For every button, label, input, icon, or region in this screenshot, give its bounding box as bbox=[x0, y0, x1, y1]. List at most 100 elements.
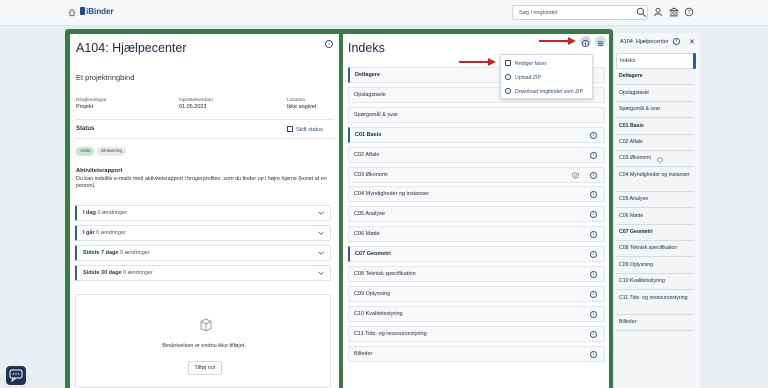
info-button[interactable] bbox=[580, 36, 591, 48]
phase-badge: Skitsering bbox=[97, 147, 127, 156]
info-icon[interactable]: i bbox=[590, 171, 597, 179]
info-icon[interactable]: i bbox=[590, 251, 597, 259]
chevron-down-icon bbox=[318, 271, 324, 275]
index-row-label: C10 Kvalitetsstyring bbox=[354, 310, 403, 317]
info-icon bbox=[581, 39, 590, 48]
index-row[interactable]: C09 Oplysning i bbox=[348, 285, 605, 302]
activity-text: Du kan indstille e-mails med aktivitetsr… bbox=[76, 176, 327, 190]
sidebar-item[interactable]: C06 Møde bbox=[616, 208, 694, 225]
info-icon[interactable]: i bbox=[590, 131, 597, 139]
menu-item-edit-tabs[interactable]: Rediger faner bbox=[505, 60, 546, 67]
info-icon[interactable]: i bbox=[673, 38, 680, 45]
sidebar-item[interactable]: C05 Analyse bbox=[616, 192, 694, 209]
chat-button[interactable] bbox=[6, 366, 26, 385]
edit-icon bbox=[287, 126, 293, 132]
info-icon[interactable]: i bbox=[590, 151, 597, 159]
sidebar-item[interactable]: C09 Oplysning bbox=[616, 257, 694, 274]
index-row[interactable]: C07 Geometri i bbox=[348, 246, 605, 263]
info-icon[interactable]: i bbox=[590, 330, 597, 338]
status-label: Status bbox=[76, 126, 95, 132]
info-icon[interactable]: i bbox=[590, 350, 597, 358]
description-empty-text: Beskrivelsen er endnu ikke tilføjet. bbox=[162, 343, 246, 349]
index-row[interactable]: C10 Kvalitetsstyring i bbox=[348, 305, 605, 322]
index-row[interactable]: C08 Teknisk specifikation i bbox=[348, 266, 605, 282]
index-row[interactable]: Spørgsmål & svar bbox=[348, 106, 605, 123]
index-row-label: C05 Analyse bbox=[354, 211, 385, 218]
sidebar-item[interactable]: C11 Tids- og ressourcestyring bbox=[616, 290, 694, 315]
binder-subtitle: Et projektringbind bbox=[76, 73, 135, 82]
close-icon[interactable]: ✕ bbox=[689, 38, 695, 46]
change-status-button[interactable]: Skift status bbox=[287, 126, 323, 133]
sidebar-item[interactable]: C10 Kvalitetsstyring bbox=[616, 274, 694, 291]
sidebar-item[interactable]: C04 Myndigheder og instanser bbox=[616, 167, 694, 192]
meta-label: Lokation bbox=[287, 98, 306, 103]
index-row[interactable]: C05 Analyse i bbox=[348, 206, 605, 223]
index-row-label: C11 Tids- og ressourcestyring bbox=[354, 330, 427, 337]
index-row[interactable]: C04 Myndigheder og instanser i bbox=[348, 186, 605, 203]
index-row[interactable]: Billeder i bbox=[348, 345, 605, 362]
user-icon[interactable] bbox=[653, 7, 663, 17]
chevron-down-icon bbox=[318, 251, 324, 255]
info-icon[interactable]: i bbox=[590, 231, 597, 239]
info-icon[interactable]: i bbox=[590, 310, 597, 318]
index-row-label: Deltagere bbox=[355, 72, 381, 78]
index-title: Indeks bbox=[348, 41, 385, 55]
index-row[interactable]: C03 Økonomi i bbox=[348, 166, 605, 183]
divider bbox=[75, 119, 334, 120]
index-row-label: C08 Teknisk specifikation bbox=[354, 271, 416, 277]
meta-label: Oprettelsesdato bbox=[179, 98, 213, 103]
sidebar-item[interactable]: C08 Teknisk specifikation bbox=[616, 241, 694, 258]
add-description-button[interactable]: Tilføj nu! bbox=[188, 361, 222, 375]
svg-text:?: ? bbox=[687, 10, 690, 16]
status-badge: Aktiv bbox=[76, 147, 95, 156]
description-box: Beskrivelsen er endnu ikke tilføjet. Til… bbox=[75, 294, 331, 388]
sidebar-item[interactable]: Spørgsmål & svar bbox=[616, 102, 694, 119]
accordion-7-days[interactable]: Sidste 7 dage 0 ændringer bbox=[75, 245, 331, 261]
home-icon[interactable] bbox=[68, 8, 76, 17]
sidebar-item[interactable]: Deltagere bbox=[616, 69, 694, 86]
hamburger-icon bbox=[598, 41, 603, 46]
accordion-yesterday[interactable]: I går 0 ændringer bbox=[75, 225, 331, 241]
sidebar-item[interactable]: Indeks bbox=[616, 53, 694, 69]
index-row[interactable]: C11 Tids- og ressourcestyring i bbox=[348, 325, 605, 342]
index-row-label: Opslagstavle bbox=[354, 91, 386, 98]
info-icon[interactable]: i bbox=[590, 191, 597, 199]
index-row-label: C07 Geometri bbox=[355, 251, 391, 258]
info-icon[interactable]: i bbox=[590, 290, 597, 298]
search-icon[interactable] bbox=[636, 6, 647, 19]
index-row-label: C03 Økonomi bbox=[354, 171, 388, 178]
app-logo[interactable]: iBinder bbox=[80, 7, 114, 16]
edit-icon bbox=[505, 60, 511, 66]
meta-label: Ringbindstype bbox=[76, 98, 107, 103]
activity-title: Aktivitetsrapport bbox=[76, 168, 123, 174]
index-row[interactable]: C01 Basis i bbox=[348, 126, 605, 143]
index-row[interactable]: C02 Aftale i bbox=[348, 146, 605, 163]
top-bar: iBinder Søg i ringbindet ? bbox=[0, 0, 768, 26]
sidebar-item[interactable]: C02 Aftale bbox=[616, 135, 694, 151]
info-icon[interactable]: i bbox=[590, 211, 597, 219]
menu-button[interactable] bbox=[595, 36, 606, 47]
menu-item-upload-zip[interactable]: Upload ZIP bbox=[505, 74, 541, 81]
info-icon[interactable]: i bbox=[325, 40, 333, 48]
building-icon[interactable] bbox=[669, 7, 679, 17]
info-icon[interactable]: i bbox=[590, 271, 597, 278]
sidebar-item[interactable]: Billeder bbox=[616, 315, 694, 331]
cloud-download-icon bbox=[505, 88, 511, 94]
cloud-upload-icon bbox=[505, 74, 511, 80]
help-icon[interactable]: ? bbox=[684, 7, 694, 17]
sidebar-item[interactable]: C07 Geometri bbox=[616, 225, 694, 241]
sidebar-item[interactable]: C03 Økonomi bbox=[616, 151, 694, 168]
index-row-label: Billeder bbox=[354, 350, 373, 357]
chevron-down-icon bbox=[318, 231, 324, 235]
sidebar-item[interactable]: Opslagstavle bbox=[616, 85, 694, 102]
search-input[interactable]: Søg i ringbindet bbox=[512, 5, 648, 20]
sidebar-title: A104: Hjælpecenter bbox=[620, 39, 669, 45]
accordion-30-days[interactable]: Sidste 30 dage 0 ændringer bbox=[75, 265, 331, 281]
index-row[interactable]: C06 Møde i bbox=[348, 226, 605, 243]
scrollbar[interactable] bbox=[693, 53, 696, 69]
menu-item-download-zip[interactable]: Download ringbindet som ZIP bbox=[505, 88, 583, 95]
sidebar-item[interactable]: C01 Basis bbox=[616, 118, 694, 135]
page-title: A104: Hjælpecenter bbox=[76, 41, 187, 55]
accordion-today[interactable]: I dag 0 ændringer bbox=[75, 205, 331, 221]
chat-icon bbox=[9, 369, 23, 383]
